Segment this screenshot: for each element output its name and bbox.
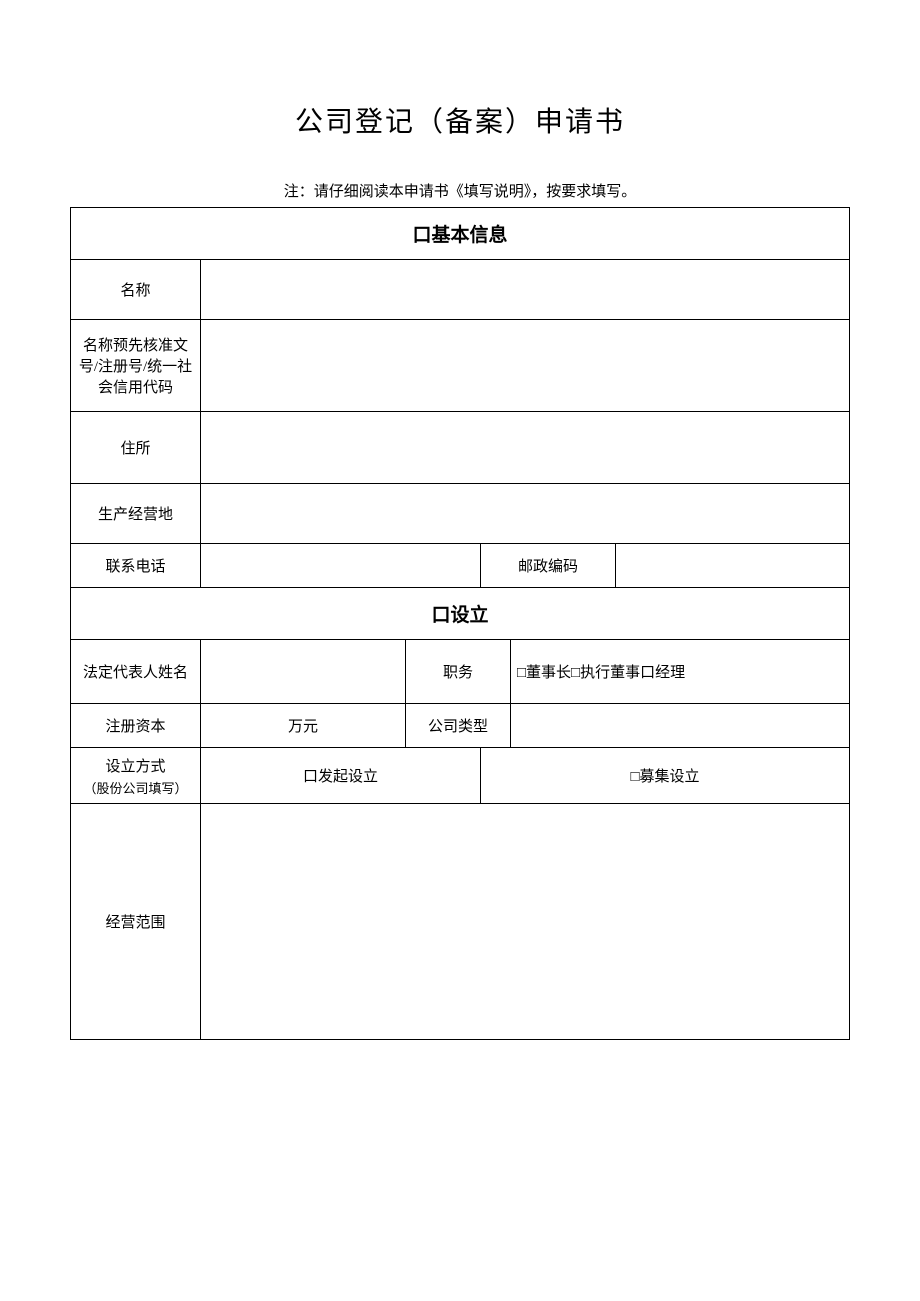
- setup-method-sub: （股份公司填写）: [75, 778, 196, 797]
- field-company-type[interactable]: [511, 704, 850, 748]
- field-address[interactable]: [201, 412, 850, 484]
- label-reg-capital: 注册资本: [71, 704, 201, 748]
- label-postal: 邮政编码: [481, 544, 616, 588]
- field-postal[interactable]: [616, 544, 850, 588]
- field-scope[interactable]: [201, 804, 850, 1040]
- section-basic-info: 口基本信息: [71, 208, 850, 260]
- label-legal-rep: 法定代表人姓名: [71, 640, 201, 704]
- label-address: 住所: [71, 412, 201, 484]
- label-phone: 联系电话: [71, 544, 201, 588]
- field-code[interactable]: [201, 320, 850, 412]
- form-table: 口基本信息 名称 名称预先核准文号/注册号/统一社会信用代码 住所 生产经营地 …: [70, 207, 850, 1040]
- field-phone[interactable]: [201, 544, 481, 588]
- field-prod-loc[interactable]: [201, 484, 850, 544]
- page-title: 公司登记（备案）申请书: [70, 100, 850, 140]
- label-position: 职务: [406, 640, 511, 704]
- field-name[interactable]: [201, 260, 850, 320]
- instruction-note: 注：请仔细阅读本申请书《填写说明》，按要求填写。: [70, 180, 850, 201]
- label-company-type: 公司类型: [406, 704, 511, 748]
- setup-method-text: 设立方式: [105, 759, 165, 775]
- label-scope: 经营范围: [71, 804, 201, 1040]
- option-raise[interactable]: □募集设立: [481, 748, 850, 804]
- label-name: 名称: [71, 260, 201, 320]
- field-legal-rep[interactable]: [201, 640, 406, 704]
- field-position-options[interactable]: □董事长□执行董事口经理: [511, 640, 850, 704]
- label-code: 名称预先核准文号/注册号/统一社会信用代码: [71, 320, 201, 412]
- option-launch[interactable]: 口发起设立: [201, 748, 481, 804]
- section-setup: 口设立: [71, 588, 850, 640]
- label-setup-method: 设立方式 （股份公司填写）: [71, 748, 201, 804]
- label-prod-loc: 生产经营地: [71, 484, 201, 544]
- field-reg-capital[interactable]: 万元: [201, 704, 406, 748]
